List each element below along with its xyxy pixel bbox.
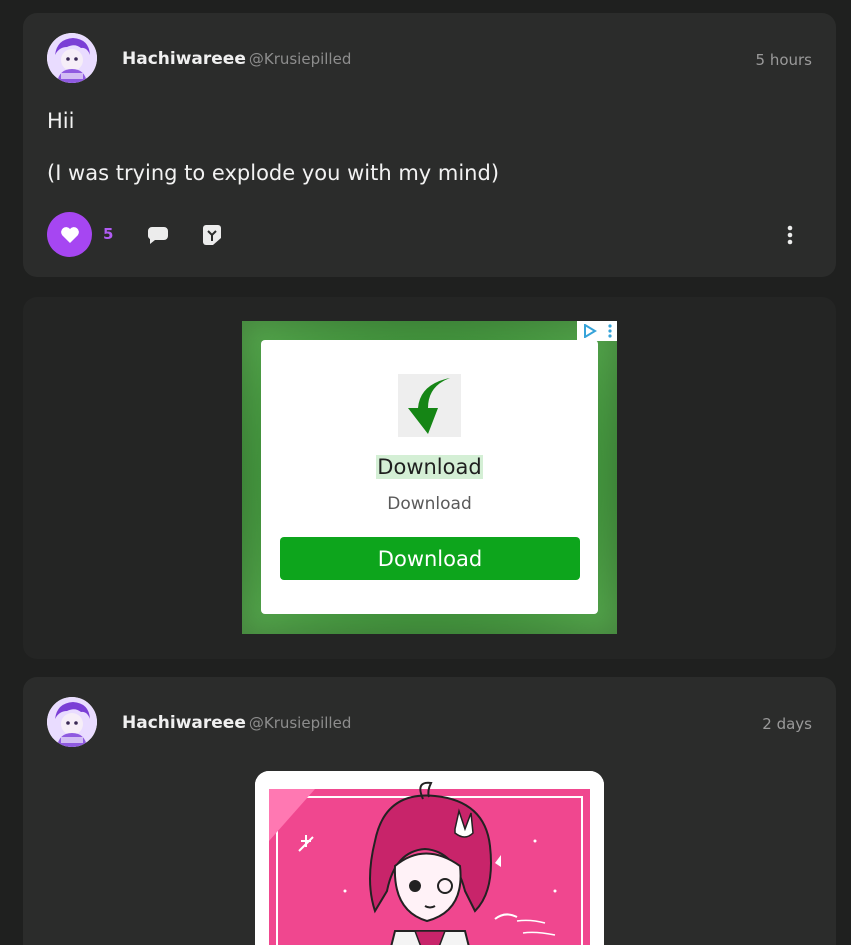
handle[interactable]: @Krusiepilled [249, 50, 352, 68]
more-options-button[interactable] [778, 223, 802, 247]
comment-button[interactable] [146, 223, 170, 247]
display-name[interactable]: Hachiwareee [122, 49, 246, 69]
like-count: 5 [103, 225, 114, 243]
avatar-image [47, 697, 97, 747]
anime-illustration [255, 771, 604, 945]
handle[interactable]: @Krusiepilled [249, 714, 352, 732]
ad-card: Download Download Download [23, 297, 836, 659]
display-name[interactable]: Hachiwareee [122, 713, 246, 733]
ad-more-icon [607, 324, 612, 338]
ad-subtitle: Download [387, 494, 472, 514]
ad-content: Download Download Download [261, 340, 598, 614]
ad-title[interactable]: Download [261, 455, 598, 479]
download-arrow-icon [398, 374, 461, 437]
timestamp[interactable]: 5 hours [756, 51, 812, 69]
ad-download-button[interactable]: Download [280, 537, 580, 580]
like-button[interactable] [47, 212, 92, 257]
timestamp[interactable]: 2 days [762, 715, 812, 733]
reblog-icon [203, 225, 221, 245]
post-text-line: (I was trying to explode you with my min… [47, 161, 500, 185]
avatar[interactable] [47, 33, 97, 83]
avatar[interactable] [47, 697, 97, 747]
post-card: Hachiwareee @Krusiepilled 2 days [23, 677, 836, 945]
post-card: Hachiwareee @Krusiepilled 5 hours Hii (I … [23, 13, 836, 277]
post-image[interactable] [255, 771, 604, 945]
heart-icon [60, 226, 79, 243]
feed: Hachiwareee @Krusiepilled 5 hours Hii (I … [0, 0, 851, 945]
avatar-image [47, 33, 97, 83]
ad-banner[interactable]: Download Download Download [242, 321, 617, 634]
reblog-button[interactable] [200, 223, 224, 247]
ad-choices[interactable] [577, 321, 617, 341]
author-row: Hachiwareee @Krusiepilled [122, 713, 351, 733]
adchoices-icon [583, 324, 597, 338]
post-text-line: Hii [47, 109, 75, 133]
more-icon [787, 225, 793, 245]
author-row: Hachiwareee @Krusiepilled [122, 49, 351, 69]
comment-icon [148, 227, 168, 244]
